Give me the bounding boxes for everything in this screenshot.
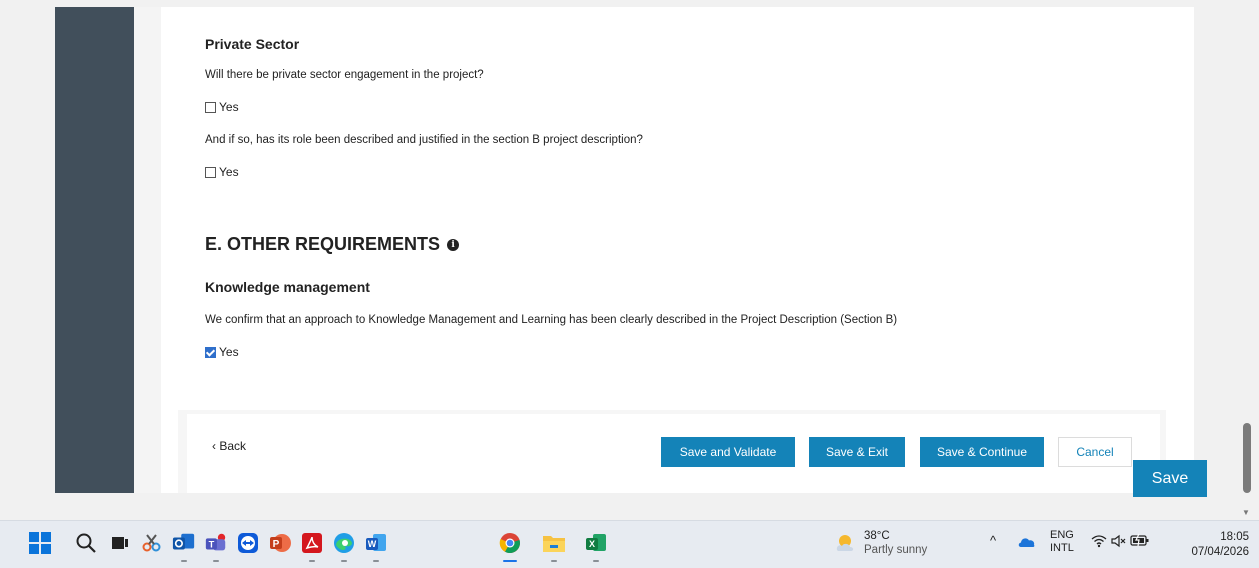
private-sector-q1-checkbox[interactable] bbox=[205, 101, 216, 113]
knowledge-management-yes-label: Yes bbox=[219, 345, 239, 359]
battery-plugged-icon[interactable] bbox=[1130, 533, 1150, 550]
scroll-down-arrow-icon[interactable]: ▼ bbox=[1242, 508, 1250, 517]
task-view-icon[interactable] bbox=[108, 531, 132, 555]
knowledge-management-question: We confirm that an approach to Knowledge… bbox=[205, 314, 898, 326]
chrome-active-indicator bbox=[503, 560, 517, 562]
volume-muted-icon[interactable] bbox=[1110, 534, 1126, 551]
clock-date: 07/04/2026 bbox=[1191, 546, 1249, 558]
teams-icon[interactable]: T bbox=[204, 531, 228, 555]
private-sector-question-1: Will there be private sector engagement … bbox=[205, 69, 484, 81]
floating-save-button[interactable]: Save bbox=[1133, 460, 1207, 497]
outlook-running-indicator bbox=[181, 560, 187, 562]
cancel-button[interactable]: Cancel bbox=[1058, 437, 1132, 467]
teamviewer-icon[interactable] bbox=[236, 531, 260, 555]
other-requirements-heading: E. OTHER REQUIREMENTS i bbox=[205, 234, 460, 255]
teams-running-indicator bbox=[213, 560, 219, 562]
private-sector-q2-checkbox[interactable] bbox=[205, 166, 216, 178]
save-and-exit-button[interactable]: Save & Exit bbox=[809, 437, 905, 467]
file-explorer-running-indicator bbox=[551, 560, 557, 562]
word-icon[interactable]: W bbox=[364, 531, 388, 555]
save-and-validate-button[interactable]: Save and Validate bbox=[661, 437, 795, 467]
edge-running-indicator bbox=[341, 560, 347, 562]
private-sector-question-2: And if so, has its role been described a… bbox=[205, 134, 643, 146]
acrobat-icon[interactable] bbox=[300, 531, 324, 555]
back-link[interactable]: ‹ Back bbox=[212, 439, 246, 453]
tray-overflow-chevron-icon[interactable]: ^ bbox=[990, 533, 996, 548]
knowledge-management-title: Knowledge management bbox=[205, 279, 370, 295]
private-sector-q1-yes[interactable]: Yes bbox=[205, 100, 239, 114]
sidebar-gutter bbox=[134, 7, 161, 493]
onedrive-icon[interactable] bbox=[1018, 536, 1036, 551]
private-sector-q1-yes-label: Yes bbox=[219, 100, 239, 114]
partly-sunny-icon bbox=[836, 535, 854, 551]
language-code: ENG bbox=[1050, 529, 1074, 541]
chrome-icon[interactable] bbox=[498, 531, 522, 555]
clock-time: 18:05 bbox=[1220, 531, 1249, 543]
excel-running-indicator bbox=[593, 560, 599, 562]
weather-temperature: 38°C bbox=[864, 530, 890, 542]
wifi-icon[interactable] bbox=[1091, 534, 1107, 551]
private-sector-title: Private Sector bbox=[205, 36, 300, 52]
powerpoint-icon[interactable]: P bbox=[268, 531, 292, 555]
save-and-continue-button[interactable]: Save & Continue bbox=[920, 437, 1044, 467]
word-running-indicator bbox=[373, 560, 379, 562]
svg-text:W: W bbox=[368, 539, 377, 549]
knowledge-management-yes[interactable]: Yes bbox=[205, 345, 239, 359]
outlook-icon[interactable] bbox=[172, 531, 196, 555]
search-icon[interactable] bbox=[74, 531, 98, 555]
svg-text:X: X bbox=[589, 539, 595, 549]
left-sidebar-rail bbox=[55, 7, 134, 493]
windows-start-icon[interactable] bbox=[28, 531, 52, 555]
knowledge-management-checkbox[interactable] bbox=[205, 346, 216, 358]
weather-description: Partly sunny bbox=[864, 544, 928, 556]
snipping-tool-icon[interactable] bbox=[140, 531, 164, 555]
info-icon[interactable]: i bbox=[447, 238, 460, 251]
edge-icon[interactable] bbox=[332, 531, 356, 555]
acrobat-running-indicator bbox=[309, 560, 315, 562]
weather-widget[interactable]: 38°C Partly sunny bbox=[833, 529, 927, 557]
other-requirements-heading-text: E. OTHER REQUIREMENTS bbox=[205, 234, 441, 254]
private-sector-q2-yes-label: Yes bbox=[219, 165, 239, 179]
taskbar-clock[interactable]: 18:05 07/04/2026 bbox=[1175, 530, 1249, 560]
file-explorer-icon[interactable] bbox=[542, 531, 566, 555]
private-sector-q2-yes[interactable]: Yes bbox=[205, 165, 239, 179]
svg-text:P: P bbox=[273, 539, 280, 550]
svg-text:T: T bbox=[209, 540, 215, 550]
language-indicator[interactable]: ENG INTL bbox=[1050, 529, 1074, 555]
keyboard-layout: INTL bbox=[1050, 542, 1074, 554]
scrollbar-thumb[interactable] bbox=[1243, 423, 1251, 493]
excel-icon[interactable]: X bbox=[584, 531, 608, 555]
